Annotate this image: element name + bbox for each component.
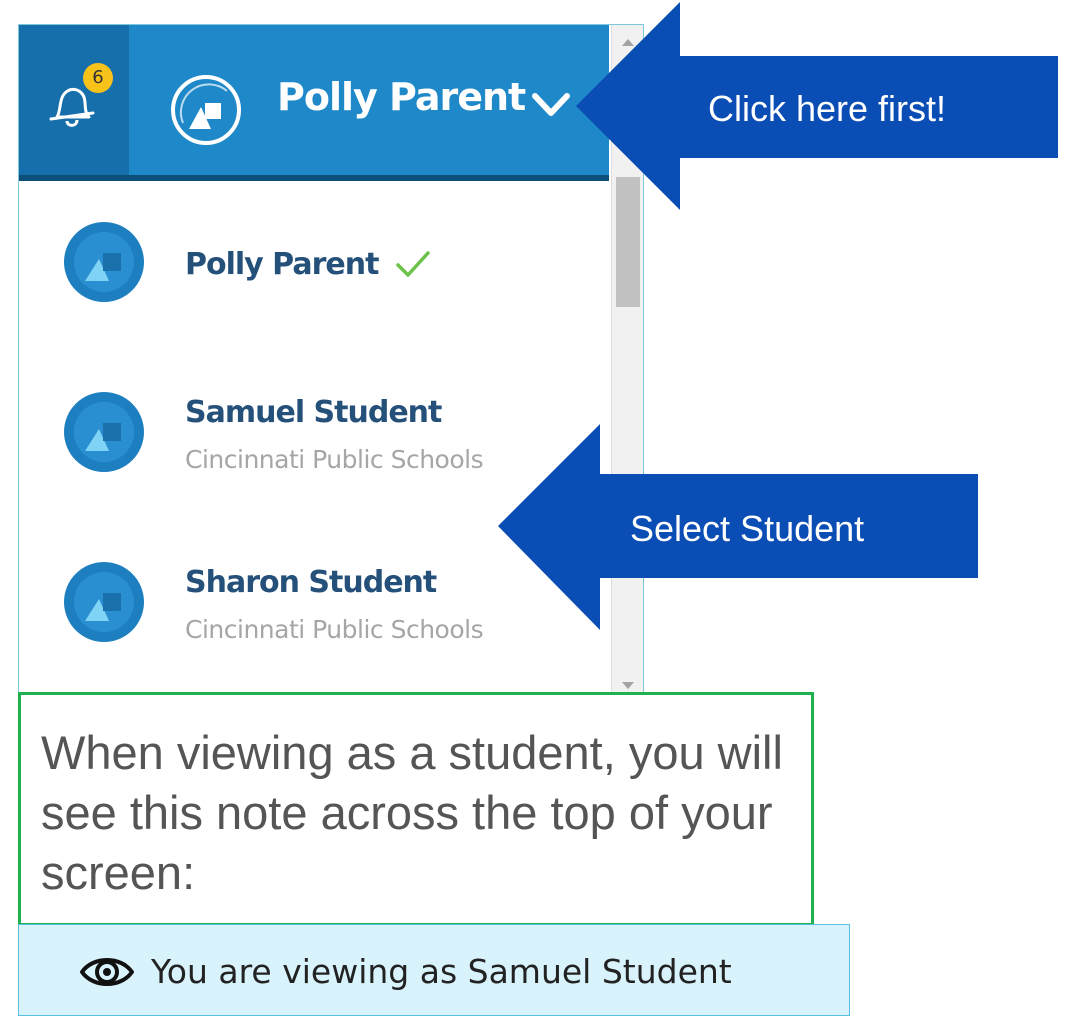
notification-count-badge: 6 bbox=[83, 63, 113, 93]
eye-icon bbox=[80, 958, 134, 986]
notifications-button[interactable]: 6 bbox=[19, 25, 129, 175]
avatar-icon bbox=[64, 392, 144, 472]
account-item-polly-parent[interactable]: Polly Parent bbox=[19, 181, 609, 349]
banner-text: You are viewing as Samuel Student bbox=[151, 952, 732, 991]
avatar-icon bbox=[64, 222, 144, 302]
click-here-label: Click here first! bbox=[708, 88, 947, 129]
avatar-icon bbox=[171, 75, 241, 145]
account-name: Sharon Student bbox=[185, 565, 437, 600]
instruction-note: When viewing as a student, you will see … bbox=[18, 692, 814, 926]
avatar-icon bbox=[64, 562, 144, 642]
current-user-name[interactable]: Polly Parent bbox=[277, 75, 526, 119]
account-name: Samuel Student bbox=[185, 395, 442, 430]
select-student-label: Select Student bbox=[630, 508, 865, 549]
scroll-down-icon[interactable] bbox=[621, 681, 635, 691]
chevron-down-icon[interactable] bbox=[531, 91, 571, 119]
account-header-bar: 6 Polly Parent bbox=[19, 25, 609, 179]
viewing-as-banner: You are viewing as Samuel Student bbox=[18, 924, 850, 1016]
account-name: Polly Parent bbox=[185, 247, 379, 282]
account-school: Cincinnati Public Schools bbox=[185, 615, 484, 644]
checkmark-icon bbox=[396, 251, 430, 277]
account-school: Cincinnati Public Schools bbox=[185, 445, 484, 474]
note-text: When viewing as a student, you will see … bbox=[41, 726, 783, 899]
